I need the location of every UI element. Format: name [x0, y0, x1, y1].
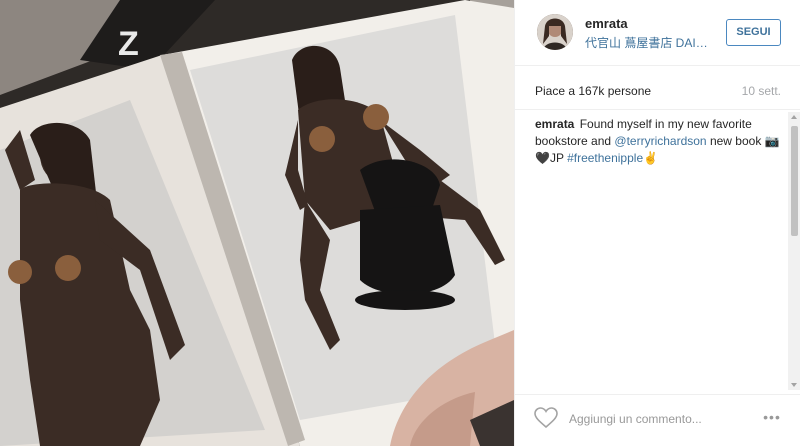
post-photo[interactable]: Z	[0, 0, 514, 446]
likes-row: Piace a 167k persone 10 sett.	[515, 66, 800, 110]
scroll-up-arrow-icon[interactable]	[791, 115, 797, 119]
likes-count[interactable]: Piace a 167k persone	[535, 84, 651, 98]
follow-button[interactable]: SEGUI	[726, 19, 781, 46]
avatar[interactable]	[537, 14, 573, 50]
post-footer: •••	[515, 394, 800, 446]
post-caption: emrata Found myself in my new favorite b…	[535, 116, 780, 167]
post-side-panel: emrata 代官山 蔦屋書店 DAIKANYAMA T-SITE SEGUI …	[514, 0, 800, 446]
scroll-down-arrow-icon[interactable]	[791, 383, 797, 387]
post-username[interactable]: emrata	[585, 16, 628, 31]
post-location[interactable]: 代官山 蔦屋書店 DAIKANYAMA T-SITE	[585, 34, 715, 51]
avatar-image	[537, 14, 573, 50]
svg-text:Z: Z	[118, 25, 139, 63]
more-dots-icon[interactable]: •••	[759, 408, 785, 426]
caption-text-after: ✌	[643, 151, 659, 165]
scrollbar-thumb[interactable]	[791, 126, 798, 236]
photo-book-image: Z	[0, 0, 514, 446]
post-header: emrata 代官山 蔦屋書店 DAIKANYAMA T-SITE SEGUI	[515, 0, 800, 66]
comments-scrollbar[interactable]	[788, 112, 800, 390]
caption-hashtag[interactable]: #freethenipple	[567, 151, 643, 165]
heart-outline-icon[interactable]	[534, 407, 558, 429]
comment-input[interactable]	[569, 409, 729, 429]
caption-mention[interactable]: @terryrichardson	[614, 134, 706, 148]
post-timestamp[interactable]: 10 sett.	[742, 84, 781, 98]
caption-username[interactable]: emrata	[535, 117, 574, 131]
